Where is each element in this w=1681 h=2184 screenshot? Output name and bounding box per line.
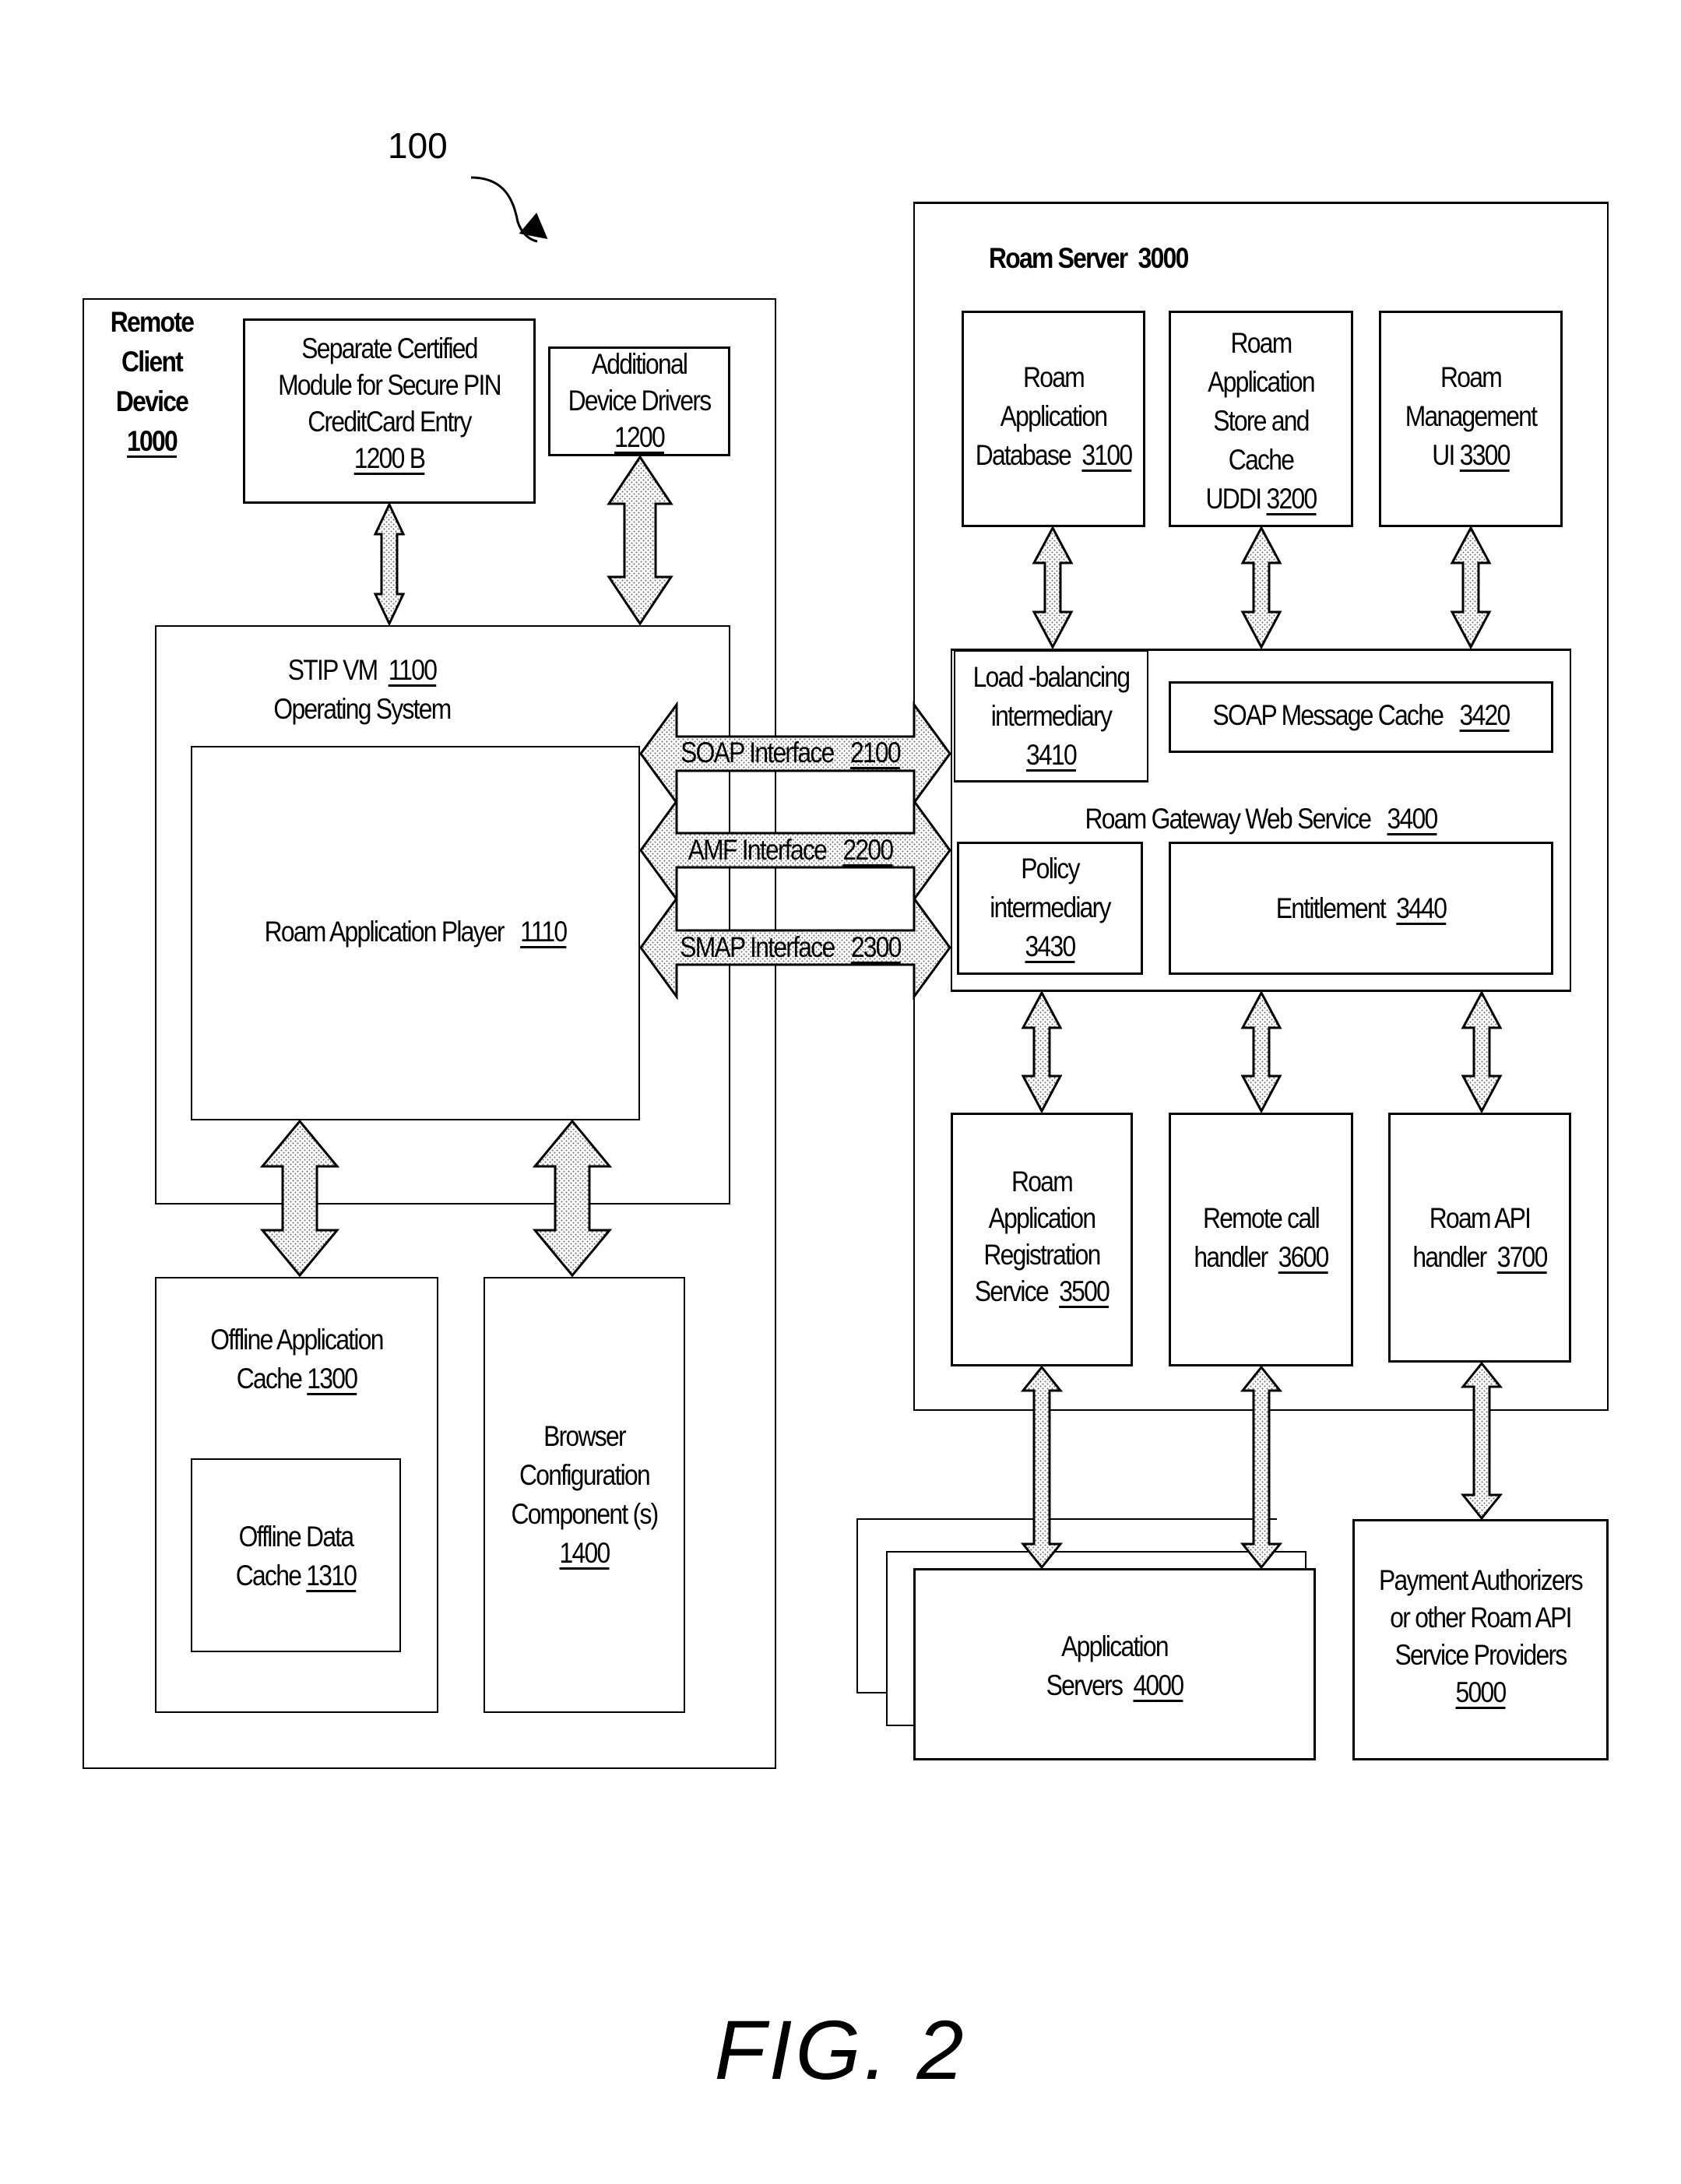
stip-vm-label: STIP VM 1100 Operating System: [273, 654, 452, 725]
remote-client-device-title: Remote Client Device 1000: [102, 302, 202, 461]
remote-call-handler-label: Remote call handler 3600: [1194, 1202, 1330, 1273]
smap-interface-name: SMAP Interface: [680, 931, 835, 963]
smap-interface-number: 2300: [850, 931, 902, 963]
soap-message-cache-label: SOAP Message Cache 3420: [1212, 699, 1511, 731]
smap-interface-label: SMAP Interface 2300: [666, 928, 914, 967]
offline-data-cache-label: Offline Data Cache 1310: [235, 1521, 357, 1591]
browser-configuration-label: Browser Configuration Component (s) 1400: [498, 1417, 671, 1573]
stip-vm-number: 1100: [388, 654, 438, 686]
roam-application-player-number: 1110: [520, 916, 568, 948]
policy-intermediary-label: Policy intermediary 3430: [970, 849, 1131, 966]
roam-server-title: Roam Server 3000: [989, 242, 1190, 274]
entitlement-label: Entitlement 3440: [1275, 892, 1447, 924]
management-ui-number: 3300: [1459, 439, 1511, 471]
amf-interface-number: 2200: [842, 834, 894, 866]
api-handler-number: 3700: [1496, 1241, 1549, 1273]
browser-configuration-number: 1400: [559, 1537, 611, 1569]
roam-server-number: 3000: [1138, 242, 1190, 274]
soap-interface-name: SOAP Interface: [680, 737, 835, 768]
app-database-number: 3100: [1081, 439, 1133, 471]
roam-gateway-number: 3400: [1387, 803, 1439, 835]
amf-interface-label: AMF Interface 2200: [666, 831, 914, 870]
payment-authorizers-number: 5000: [1455, 1676, 1507, 1708]
secure-pin-module-number: 1200 B: [353, 442, 426, 474]
registration-service-number: 3500: [1059, 1275, 1110, 1307]
roam-gateway-label: Roam Gateway Web Service 3400: [1085, 803, 1439, 835]
registration-service-label: Roam Application Registration Service 35…: [974, 1166, 1110, 1307]
reference-curved-arrow: [470, 176, 538, 243]
entitlement-number: 3440: [1396, 892, 1447, 924]
offline-application-cache-label: Offline Application Cache 1300: [210, 1324, 384, 1394]
load-balancing-label: Load -balancing intermediary 3410: [968, 658, 1135, 775]
reference-arrowhead: [519, 213, 548, 240]
payment-authorizers-label: Payment Authorizers or other Roam API Se…: [1370, 1562, 1591, 1711]
secure-pin-module-label: Separate Certified Module for Secure PIN…: [263, 330, 515, 477]
roam-application-player-label: Roam Application Player 1110: [264, 916, 568, 948]
app-store-label: Roam Application Store and Cache UDDI 32…: [1205, 327, 1318, 515]
figure-reference-number: 100: [388, 125, 448, 166]
load-balancing-number: 3410: [1026, 739, 1078, 771]
offline-data-cache-number: 1310: [306, 1560, 357, 1591]
soap-message-cache-number: 3420: [1459, 699, 1511, 731]
offline-application-cache-number: 1300: [307, 1363, 358, 1394]
api-handler-label: Roam API handler 3700: [1412, 1202, 1549, 1273]
app-database-label: Roam Application Database 3100: [975, 361, 1133, 471]
remote-call-handler-number: 3600: [1278, 1241, 1330, 1273]
device-drivers-label: Additional Device Drivers 1200: [561, 346, 717, 455]
soap-interface-label: SOAP Interface 2100: [666, 733, 914, 772]
application-servers-number: 4000: [1133, 1669, 1184, 1701]
device-drivers-number: 1200: [614, 421, 666, 453]
policy-intermediary-number: 3430: [1025, 930, 1077, 962]
soap-interface-number: 2100: [849, 737, 902, 768]
application-servers-label: Application Servers 4000: [1046, 1630, 1184, 1701]
app-store-number: 3200: [1266, 483, 1318, 515]
amf-interface-name: AMF Interface: [688, 834, 828, 866]
figure-label: FIG. 2: [714, 2003, 967, 2097]
management-ui-label: Roam Management UI 3300: [1405, 361, 1538, 471]
remote-client-device-number: 1000: [127, 425, 178, 457]
